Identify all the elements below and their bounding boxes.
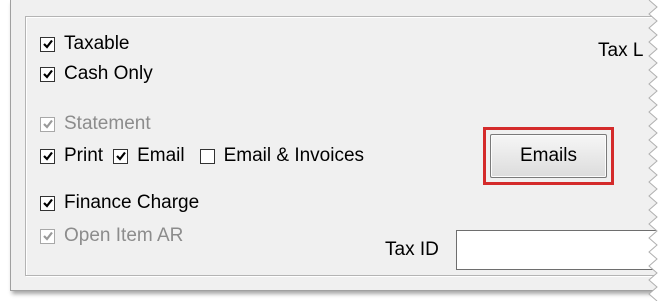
emails-button[interactable]: Emails xyxy=(490,134,607,178)
checkmark-icon xyxy=(42,151,53,161)
cash-only-label: Cash Only xyxy=(64,63,153,84)
open-item-ar-checkbox xyxy=(40,228,55,244)
statement-row: Statement xyxy=(40,113,151,135)
statement-label: Statement xyxy=(64,113,151,134)
cash-only-checkbox[interactable] xyxy=(40,66,55,82)
email-invoices-checkbox[interactable] xyxy=(199,148,215,164)
email-checkbox[interactable] xyxy=(113,148,129,164)
finance-charge-label: Finance Charge xyxy=(64,192,200,213)
taxable-label: Taxable xyxy=(64,33,130,54)
torn-edge xyxy=(648,0,667,301)
checkmark-icon xyxy=(42,39,53,49)
finance-charge-row[interactable]: Finance Charge xyxy=(40,192,199,214)
statement-checkbox xyxy=(40,116,55,132)
checkmark-icon xyxy=(42,119,53,129)
checkmark-icon xyxy=(115,151,126,161)
cash-only-row[interactable]: Cash Only xyxy=(40,63,153,85)
print-label: Print xyxy=(64,145,104,166)
open-item-ar-label: Open Item AR xyxy=(64,225,184,246)
checkmark-icon xyxy=(42,198,53,208)
tax-id-label: Tax ID xyxy=(385,239,439,260)
tax-location-label: Tax L xyxy=(598,40,644,61)
email-label: Email xyxy=(137,145,185,166)
checkmark-icon xyxy=(42,231,53,241)
statement-options-row: Print Email Email & Invoices xyxy=(40,145,364,167)
email-invoices-label: Email & Invoices xyxy=(223,145,365,166)
taxable-row[interactable]: Taxable xyxy=(40,33,130,55)
print-checkbox[interactable] xyxy=(40,148,55,164)
tax-id-input[interactable] xyxy=(456,230,667,270)
open-item-ar-row: Open Item AR xyxy=(40,225,183,247)
finance-charge-checkbox[interactable] xyxy=(40,195,55,211)
checkmark-icon xyxy=(42,69,53,79)
taxable-checkbox[interactable] xyxy=(40,36,55,52)
